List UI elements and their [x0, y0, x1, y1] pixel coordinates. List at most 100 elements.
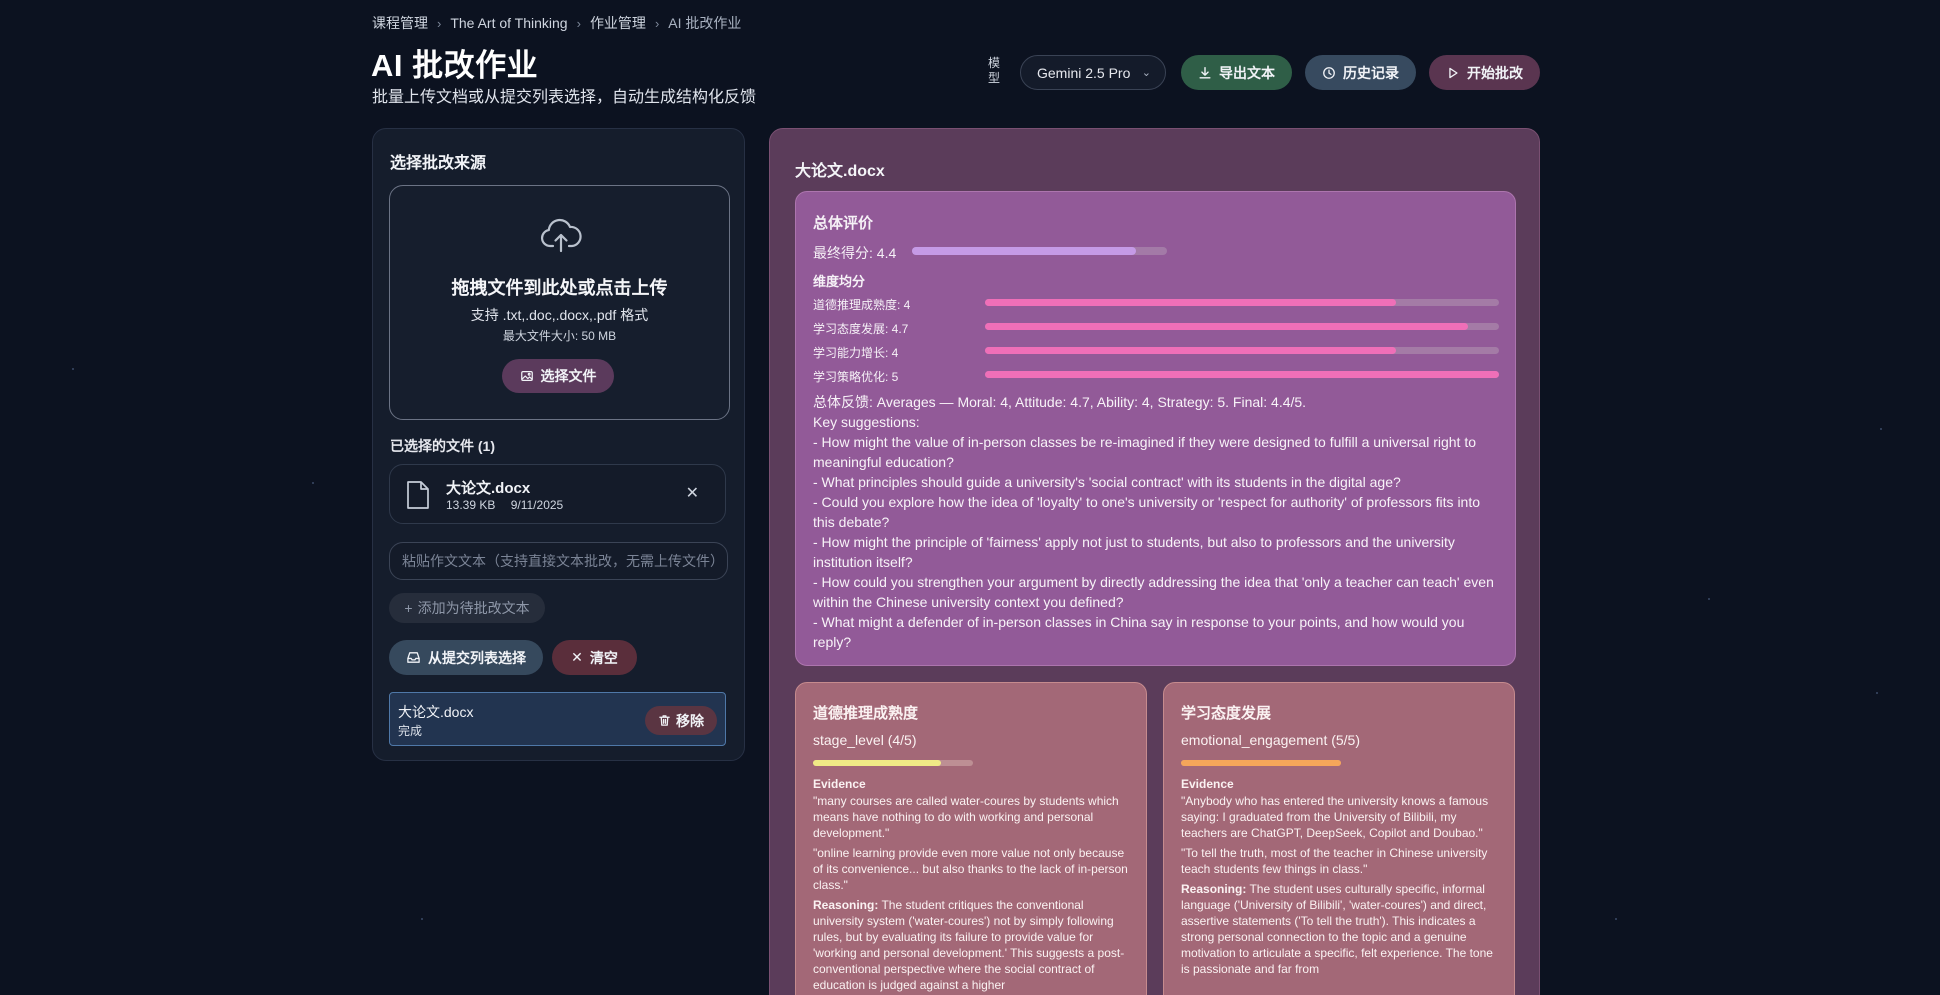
breadcrumb: 课程管理 › The Art of Thinking › 作业管理 › AI 批…: [372, 13, 741, 33]
dimension-card-body: Evidence "Anybody who has entered the un…: [1181, 776, 1501, 977]
feedback-item: - How might the value of in-person class…: [813, 434, 1476, 470]
clear-button[interactable]: ✕ 清空: [552, 640, 637, 675]
choose-file-label: 选择文件: [540, 368, 597, 384]
start-grading-label: 开始批改: [1467, 64, 1523, 81]
file-date: 9/11/2025: [510, 498, 564, 512]
breadcrumb-assignments[interactable]: 作业管理: [590, 13, 646, 33]
chevron-right-icon: ›: [654, 15, 660, 31]
dimension-bar-fill: [985, 347, 1397, 354]
file-name: 大论文.docx: [446, 480, 531, 497]
dimension-card-bar-fill: [1181, 760, 1341, 766]
add-text-label: 添加为待批改文本: [417, 600, 530, 616]
results-file-title: 大论文.docx: [795, 163, 885, 180]
clear-label: 清空: [589, 649, 618, 666]
close-icon[interactable]: ✕: [686, 483, 699, 503]
queue-item-status: 完成: [398, 724, 423, 738]
feedback-item: - What might a defender of in-person cla…: [813, 614, 1465, 650]
overall-feedback: 总体反馈: Averages — Moral: 4, Attitude: 4.7…: [813, 392, 1503, 652]
page-title: AI 批改作业: [371, 48, 539, 83]
feedback-item: - What principles should guide a univers…: [813, 474, 1401, 490]
chevron-right-icon: ›: [576, 15, 581, 31]
dimension-bar-fill: [985, 299, 1397, 306]
results-panel: 大论文.docx 总体评价 最终得分: 4.4 维度均分 道德推理成熟度: 4 …: [769, 128, 1540, 995]
start-grading-button[interactable]: 开始批改: [1429, 55, 1540, 90]
file-meta: 13.39 KB 9/11/2025: [446, 498, 563, 512]
dimension-bar: [985, 299, 1499, 306]
dimension-bar-fill: [985, 323, 1469, 330]
image-icon: [520, 371, 533, 381]
upload-dropzone[interactable]: 拖拽文件到此处或点击上传 支持 .txt,.doc,.docx,.pdf 格式 …: [389, 185, 730, 420]
paste-text-input[interactable]: [389, 542, 728, 580]
play-icon: [1449, 67, 1458, 78]
history-label: 历史记录: [1343, 64, 1399, 81]
overall-title: 总体评价: [813, 215, 874, 232]
selected-file-card: 大论文.docx 13.39 KB 9/11/2025 ✕: [389, 464, 726, 524]
breadcrumb-current: AI 批改作业: [668, 15, 742, 31]
download-icon: [1199, 66, 1211, 79]
dimension-row: 学习能力增长: 4: [813, 344, 1503, 360]
background-dot: [72, 368, 74, 370]
dimension-label: 学习策略优化: 5: [813, 370, 899, 384]
plus-icon: +: [404, 600, 413, 616]
background-dot: [1880, 428, 1882, 430]
model-label: 模型: [988, 56, 1001, 85]
evidence-quote: "online learning provide even more value…: [813, 846, 1128, 892]
remove-label: 移除: [676, 712, 704, 729]
queue-item[interactable]: 大论文.docx 完成 移除: [389, 692, 726, 746]
reasoning-text: Reasoning: The student critiques the con…: [813, 897, 1133, 993]
chevron-right-icon: ›: [437, 15, 442, 31]
dimension-bar-fill: [985, 371, 1499, 378]
feedback-item: - How might the principle of 'fairness' …: [813, 534, 1455, 570]
breadcrumb-course[interactable]: The Art of Thinking: [450, 15, 567, 31]
dimension-card-metric: emotional_engagement (5/5): [1181, 732, 1361, 748]
dimension-row: 学习策略优化: 5: [813, 368, 1503, 384]
trash-icon: [659, 715, 670, 726]
source-panel-title: 选择批改来源: [390, 155, 487, 172]
cloud-upload-icon: [540, 218, 582, 253]
choose-file-button[interactable]: 选择文件: [502, 359, 614, 393]
history-button[interactable]: 历史记录: [1305, 55, 1416, 90]
final-score-fill: [912, 247, 1137, 255]
feedback-item: - Could you explore how the idea of 'loy…: [813, 494, 1481, 530]
dimension-bar: [985, 323, 1499, 330]
evidence-heading: Evidence: [813, 777, 866, 791]
model-select-value: Gemini 2.5 Pro: [1037, 64, 1131, 81]
dimension-label: 道德推理成熟度: 4: [813, 298, 911, 312]
reasoning-body: The student uses culturally specific, in…: [1181, 882, 1493, 976]
dimension-card-bar-fill: [813, 760, 941, 766]
export-text-button[interactable]: 导出文本: [1181, 55, 1292, 90]
inbox-icon: [407, 652, 420, 663]
model-select[interactable]: Gemini 2.5 Pro ⌄: [1020, 55, 1166, 90]
select-from-submissions-label: 从提交列表选择: [428, 649, 526, 666]
dimension-card-bar: [813, 760, 973, 766]
dimension-card-title: 道德推理成熟度: [813, 705, 919, 722]
background-dot: [1708, 598, 1710, 600]
overall-evaluation-card: 总体评价 最终得分: 4.4 维度均分 道德推理成熟度: 4 学习态度发展: 4…: [795, 191, 1516, 666]
dimension-bar: [985, 371, 1499, 378]
dimension-row: 道德推理成熟度: 4: [813, 296, 1503, 312]
reasoning-text: Reasoning: The student uses culturally s…: [1181, 881, 1501, 977]
chevron-down-icon: ⌄: [1141, 67, 1151, 79]
remove-button[interactable]: 移除: [645, 706, 717, 735]
dimension-label: 学习能力增长: 4: [813, 346, 899, 360]
selected-files-heading: 已选择的文件 (1): [390, 438, 495, 454]
export-text-label: 导出文本: [1219, 64, 1275, 81]
final-score-bar: [912, 247, 1167, 255]
dimension-row: 学习态度发展: 4.7: [813, 320, 1503, 336]
dimension-card-metric: stage_level (4/5): [813, 732, 917, 748]
dropzone-max-size: 最大文件大小: 50 MB: [502, 329, 617, 343]
dimension-card-title: 学习态度发展: [1181, 705, 1272, 722]
final-score-label: 最终得分: 4.4: [813, 245, 897, 261]
evidence-quote: "To tell the truth, most of the teacher …: [1181, 846, 1488, 876]
dimension-averages-title: 维度均分: [813, 274, 866, 289]
select-from-submissions-button[interactable]: 从提交列表选择: [389, 640, 543, 675]
evidence-quote: "many courses are called water-coures by…: [813, 794, 1119, 840]
file-icon: [407, 481, 429, 509]
background-dot: [421, 918, 423, 920]
background-dot: [1615, 918, 1617, 920]
queue-item-name: 大论文.docx: [398, 704, 474, 720]
add-text-button[interactable]: + 添加为待批改文本: [389, 593, 545, 623]
breadcrumb-course-management[interactable]: 课程管理: [372, 13, 428, 33]
page-subtitle: 批量上传文档或从提交列表选择，自动生成结构化反馈: [372, 89, 757, 106]
evidence-quote: "Anybody who has entered the university …: [1181, 794, 1489, 840]
